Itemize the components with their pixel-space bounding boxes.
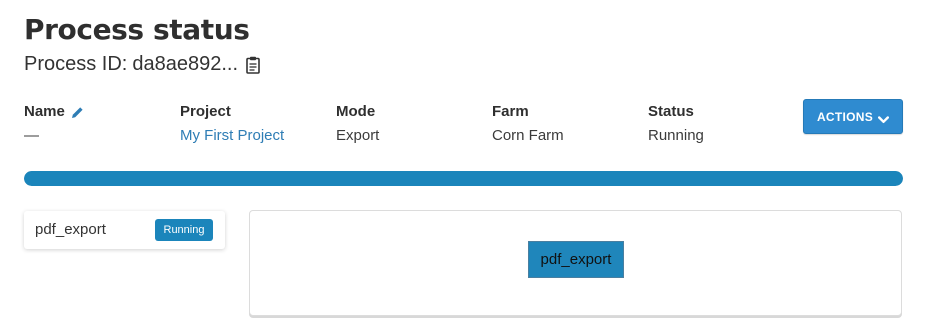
info-mode: Mode Export: [336, 103, 379, 145]
info-project: Project My First Project: [180, 103, 284, 145]
task-graph-panel: pdf_export: [249, 210, 902, 316]
progress-bar: [24, 171, 903, 186]
name-value: —: [24, 127, 39, 144]
info-name: Name —: [24, 103, 84, 145]
project-link[interactable]: My First Project: [180, 127, 284, 145]
farm-label: Farm: [492, 103, 529, 120]
farm-value: Corn Farm: [492, 127, 564, 144]
project-label: Project: [180, 103, 231, 120]
info-farm: Farm Corn Farm: [492, 103, 564, 145]
status-badge: Running: [155, 219, 213, 241]
mode-value: Export: [336, 127, 380, 144]
actions-button[interactable]: ACTIONS: [803, 99, 903, 134]
status-value: Running: [648, 127, 704, 144]
name-label: Name: [24, 103, 65, 120]
status-label: Status: [648, 103, 694, 120]
page-title: Process status: [24, 13, 250, 46]
process-id-value: da8ae892...: [132, 53, 239, 75]
pencil-icon[interactable]: [71, 105, 84, 119]
task-name: pdf_export: [35, 221, 106, 238]
info-status: Status Running: [648, 103, 704, 145]
mode-label: Mode: [336, 103, 376, 120]
progress-bar-fill: [24, 171, 903, 186]
actions-label: ACTIONS: [816, 109, 874, 124]
process-id: Process ID: da8ae892...: [24, 51, 260, 77]
clipboard-icon[interactable]: [246, 55, 260, 74]
process-id-label: Process ID:: [24, 53, 128, 75]
graph-node[interactable]: pdf_export: [528, 241, 624, 278]
chevron-down-icon: [878, 113, 890, 123]
task-item[interactable]: pdf_export Running: [24, 211, 225, 249]
